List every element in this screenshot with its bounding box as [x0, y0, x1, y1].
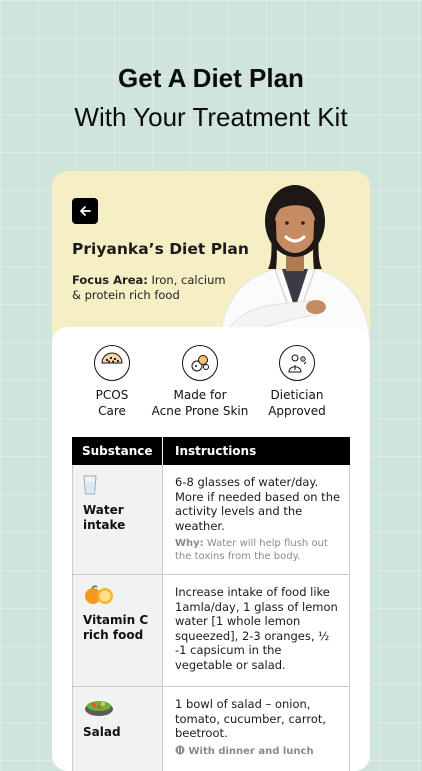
substance-name: Salad [83, 725, 121, 739]
plan-details: PCOS Care Made for Acne Prone Skin Dieti… [52, 327, 370, 771]
substance-name: Water intake [83, 503, 126, 532]
why-text: With dinner and lunch [188, 745, 314, 757]
badge-label: PCOS Care [95, 388, 129, 418]
diet-plan-card: Priyanka’s Diet Plan Focus Area: Iron, c… [52, 171, 370, 771]
why-label: Why: [175, 538, 204, 549]
instruction-text: 1 bowl of salad – onion, tomato, cucumbe… [175, 697, 327, 740]
substance-cell: Salad [73, 687, 163, 771]
table-row: Vitamin C rich food Increase intake of f… [72, 575, 350, 687]
badge-acne-skin: Made for Acne Prone Skin [150, 345, 250, 419]
badge-label: Made for Acne Prone Skin [151, 388, 249, 418]
header-instructions: Instructions [162, 437, 350, 465]
pcos-icon [94, 345, 130, 381]
why-note: With dinner and lunch [175, 745, 341, 758]
headline: Get A Diet Plan With Your Treatment Kit [0, 60, 422, 136]
table-header: Substance Instructions [72, 437, 350, 465]
substance-cell: Water intake [73, 465, 163, 574]
badge-label: Dietician Approved [268, 388, 326, 418]
instruction-cell: Increase intake of food like 1amla/day, … [163, 575, 349, 686]
salad-bowl-icon [85, 701, 113, 716]
oranges-icon [85, 585, 113, 604]
badge-pcos: PCOS Care [80, 345, 144, 419]
headline-line-1: Get A Diet Plan [118, 63, 304, 93]
why-note: Why: Water will help flush out the toxin… [175, 537, 341, 563]
dietician-icon [279, 345, 315, 381]
instruction-text: Increase intake of food like 1amla/day, … [175, 585, 338, 672]
focus-area-label: Focus Area: [72, 273, 148, 287]
arrow-left-icon [80, 206, 91, 216]
acne-skin-icon [182, 345, 218, 381]
diet-table: Substance Instructions Water intake 6-8 … [72, 437, 350, 771]
badge-row: PCOS Care Made for Acne Prone Skin Dieti… [52, 345, 370, 425]
badge-dietician: Dietician Approved [262, 345, 332, 419]
doctor-photo [220, 185, 370, 337]
header-substance: Substance [82, 444, 153, 458]
instruction-text: 6-8 glasses of water/day. More if needed… [175, 475, 341, 533]
substance-cell: Vitamin C rich food [73, 575, 163, 686]
substance-name: Vitamin C rich food [83, 613, 149, 642]
instruction-cell: 1 bowl of salad – onion, tomato, cucumbe… [163, 687, 349, 771]
water-glass-icon [83, 475, 97, 495]
table-row: Water intake 6-8 glasses of water/day. M… [72, 465, 350, 575]
instruction-cell: 6-8 glasses of water/day. More if needed… [163, 465, 349, 574]
focus-area: Focus Area: Iron, calcium & protein rich… [72, 273, 232, 303]
headline-line-2: With Your Treatment Kit [74, 102, 348, 132]
plan-header: Priyanka’s Diet Plan Focus Area: Iron, c… [52, 171, 370, 341]
table-row: Salad 1 bowl of salad – onion, tomato, c… [72, 687, 350, 771]
back-button[interactable] [72, 198, 98, 224]
